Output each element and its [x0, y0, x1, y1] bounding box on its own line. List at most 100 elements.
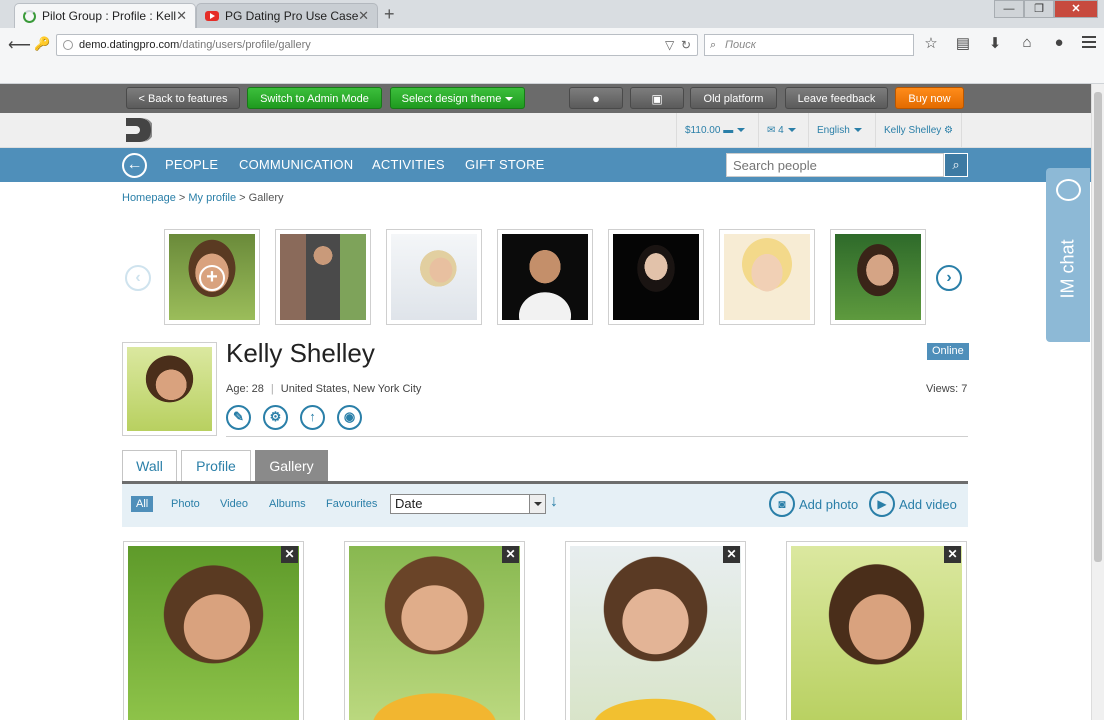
- nav-people[interactable]: PEOPLE: [165, 148, 218, 182]
- search-people-input[interactable]: [726, 153, 944, 177]
- add-plus-icon[interactable]: +: [199, 265, 225, 291]
- scrollbar-thumb[interactable]: [1094, 92, 1102, 562]
- browser-search-input[interactable]: ⌕ Поиск: [704, 34, 914, 56]
- chevron-down-icon: [787, 128, 796, 133]
- old-platform-button[interactable]: Old platform: [690, 87, 777, 109]
- filter-all[interactable]: All: [131, 496, 154, 512]
- breadcrumb-my-profile[interactable]: My profile: [188, 192, 236, 204]
- im-chat-panel-toggle[interactable]: IM chat: [1046, 168, 1090, 342]
- tab-gallery[interactable]: Gallery: [255, 450, 328, 481]
- add-photo-button[interactable]: ◙ Add photo: [769, 490, 858, 518]
- reload-icon[interactable]: ▽ ↻: [665, 35, 691, 55]
- bookmark-star-icon[interactable]: ☆: [920, 34, 942, 52]
- delete-close-icon[interactable]: ✕: [281, 546, 298, 563]
- main-navigation: ← PEOPLE COMMUNICATION ACTIVITIES GIFT S…: [0, 148, 1104, 182]
- divider: [226, 436, 968, 437]
- sort-direction-icon[interactable]: ↓: [550, 493, 558, 511]
- browser-tab-youtube[interactable]: PG Dating Pro Use Case - Y... ✕: [196, 3, 378, 28]
- breadcrumb-homepage[interactable]: Homepage: [122, 192, 176, 204]
- back-arrow-icon[interactable]: ⟵: [8, 35, 31, 55]
- carousel-next-icon[interactable]: ›: [936, 265, 962, 291]
- carousel-prev-icon[interactable]: ‹: [125, 265, 151, 291]
- gallery-filter-bar: All Photo Video Albums Favourites Date ↓…: [122, 484, 968, 527]
- carousel-thumb[interactable]: [497, 229, 593, 325]
- loading-spinner-icon: [23, 9, 36, 23]
- minimize-button[interactable]: —: [994, 0, 1024, 18]
- browser-nav-bar: ⟵ 🔑 demo.datingpro.com/dating/users/prof…: [0, 28, 1104, 84]
- card-icon: ▬: [723, 125, 734, 136]
- page-scrollbar[interactable]: [1091, 84, 1104, 720]
- address-bar[interactable]: demo.datingpro.com/dating/users/profile/…: [56, 34, 698, 56]
- gallery-item[interactable]: ✕: [123, 541, 304, 720]
- visibility-eye-icon[interactable]: ◉: [337, 405, 362, 430]
- add-video-button[interactable]: ▶ Add video: [869, 490, 957, 518]
- language-value: English: [817, 125, 850, 136]
- filter-albums[interactable]: Albums: [269, 498, 306, 510]
- apple-button[interactable]: ●: [569, 87, 623, 109]
- avatar[interactable]: [122, 342, 217, 436]
- theme-label: Select design theme: [401, 93, 502, 105]
- language-menu[interactable]: English: [808, 113, 870, 148]
- chat-icon[interactable]: ●: [1048, 34, 1070, 52]
- tab-wall[interactable]: Wall: [122, 450, 177, 481]
- edit-pencil-icon[interactable]: ✎: [226, 405, 251, 430]
- gallery-item[interactable]: ✕: [565, 541, 746, 720]
- carousel-thumb[interactable]: [386, 229, 482, 325]
- delete-close-icon[interactable]: ✕: [723, 546, 740, 563]
- messages-menu[interactable]: ✉ 4: [758, 113, 804, 148]
- separator: |: [270, 383, 274, 395]
- back-to-features-button[interactable]: < Back to features: [126, 87, 240, 109]
- android-button[interactable]: ▣: [630, 87, 684, 109]
- download-icon[interactable]: ⬇: [984, 34, 1006, 52]
- buy-now-button[interactable]: Buy now: [895, 87, 964, 109]
- nav-communication[interactable]: COMMUNICATION: [239, 148, 353, 182]
- profile-views: Views: 7: [926, 383, 968, 395]
- filter-favourites[interactable]: Favourites: [326, 498, 377, 510]
- site-logo-icon[interactable]: [124, 116, 152, 144]
- breadcrumb-sep: >: [239, 192, 246, 204]
- tab-title: Pilot Group : Profile : Kelly ...: [42, 9, 177, 23]
- new-tab-button[interactable]: +: [384, 4, 395, 25]
- maximize-button[interactable]: ❐: [1024, 0, 1054, 18]
- leave-feedback-button[interactable]: Leave feedback: [785, 87, 888, 109]
- switch-admin-mode-button[interactable]: Switch to Admin Mode: [247, 87, 382, 109]
- delete-close-icon[interactable]: ✕: [944, 546, 961, 563]
- carousel-thumb[interactable]: [719, 229, 815, 325]
- menu-icon[interactable]: [1082, 36, 1096, 51]
- close-icon[interactable]: ✕: [176, 8, 187, 24]
- nav-activities[interactable]: ACTIVITIES: [372, 148, 445, 182]
- home-icon[interactable]: ⌂: [1016, 34, 1038, 52]
- carousel-thumb[interactable]: +: [164, 229, 260, 325]
- youtube-icon: [205, 11, 219, 21]
- balance-menu[interactable]: $110.00 ▬: [676, 113, 753, 148]
- carousel-thumb[interactable]: [830, 229, 926, 325]
- settings-gear-icon[interactable]: ⚙: [263, 405, 288, 430]
- demo-toolbar: < Back to features Switch to Admin Mode …: [0, 84, 1104, 113]
- nav-gift-store[interactable]: GIFT STORE: [465, 148, 545, 182]
- search-icon[interactable]: ⌕: [944, 153, 968, 177]
- back-circle-icon[interactable]: ←: [122, 153, 147, 178]
- gallery-item[interactable]: ✕: [786, 541, 967, 720]
- search-icon: ⌕: [710, 39, 717, 51]
- window-close-button[interactable]: ✕: [1054, 0, 1098, 18]
- sort-select[interactable]: Date: [390, 494, 546, 514]
- chevron-down-icon[interactable]: [529, 495, 545, 513]
- select-design-theme-button[interactable]: Select design theme: [390, 87, 525, 109]
- delete-close-icon[interactable]: ✕: [502, 546, 519, 563]
- filter-photo[interactable]: Photo: [171, 498, 200, 510]
- reading-list-icon[interactable]: ▤: [952, 34, 974, 52]
- messages-icon: ✉: [767, 125, 776, 136]
- filter-video[interactable]: Video: [220, 498, 248, 510]
- user-name: Kelly Shelley: [884, 125, 942, 136]
- video-camera-icon: ▶: [869, 491, 895, 517]
- carousel-thumb[interactable]: [275, 229, 371, 325]
- browser-tab-bar: Pilot Group : Profile : Kelly ... ✕ PG D…: [0, 0, 1104, 28]
- share-up-icon[interactable]: ↑: [300, 405, 325, 430]
- browser-tab-profile[interactable]: Pilot Group : Profile : Kelly ... ✕: [14, 3, 196, 28]
- user-menu[interactable]: Kelly Shelley ⚙: [875, 113, 963, 148]
- tab-profile[interactable]: Profile: [181, 450, 251, 481]
- close-icon[interactable]: ✕: [358, 8, 369, 24]
- carousel-thumb[interactable]: [608, 229, 704, 325]
- gallery-item[interactable]: ✕: [344, 541, 525, 720]
- key-icon[interactable]: 🔑: [34, 36, 50, 52]
